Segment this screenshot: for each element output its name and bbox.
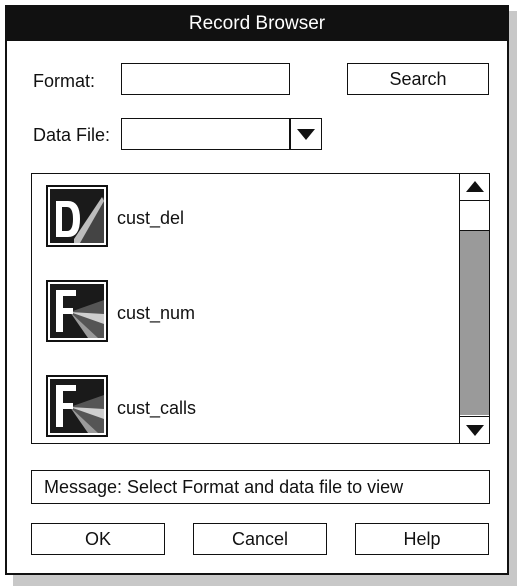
search-button[interactable]: Search bbox=[347, 63, 489, 95]
list-item-label: cust_num bbox=[117, 302, 196, 323]
records-list[interactable]: cust_del cust_num cust_calls bbox=[31, 173, 490, 444]
list-item[interactable]: cust_del bbox=[46, 185, 184, 247]
format-input[interactable] bbox=[121, 63, 290, 95]
f-document-icon bbox=[46, 280, 108, 342]
list-item-label: cust_calls bbox=[117, 397, 197, 418]
list-item-label: cust_del bbox=[117, 207, 185, 228]
data-file-select[interactable] bbox=[121, 118, 290, 150]
triangle-down-icon bbox=[466, 425, 484, 436]
list-item[interactable]: cust_calls bbox=[46, 375, 196, 437]
list-item[interactable]: cust_num bbox=[46, 280, 195, 342]
chevron-down-icon bbox=[297, 128, 315, 140]
scroll-up-button[interactable] bbox=[460, 174, 489, 201]
message-bar: Message: Select Format and data file to … bbox=[31, 470, 490, 504]
help-button[interactable]: Help bbox=[355, 523, 489, 555]
data-file-label: Data File: bbox=[33, 125, 111, 145]
dialog-title: Record Browser bbox=[7, 7, 507, 41]
triangle-up-icon bbox=[466, 181, 484, 192]
data-file-dropdown-button[interactable] bbox=[290, 118, 322, 150]
cancel-button[interactable]: Cancel bbox=[193, 523, 327, 555]
format-label: Format: bbox=[33, 71, 96, 91]
ok-button[interactable]: OK bbox=[31, 523, 165, 555]
screen: Record Browser Format: Search Data File: bbox=[0, 0, 519, 588]
d-document-icon bbox=[46, 185, 108, 247]
record-browser-dialog: Record Browser Format: Search Data File: bbox=[5, 5, 509, 575]
scroll-thumb[interactable] bbox=[460, 201, 489, 231]
scroll-track[interactable] bbox=[460, 201, 489, 415]
scroll-down-button[interactable] bbox=[460, 416, 489, 443]
vertical-scrollbar[interactable] bbox=[459, 174, 489, 443]
f-document-icon bbox=[46, 375, 108, 437]
